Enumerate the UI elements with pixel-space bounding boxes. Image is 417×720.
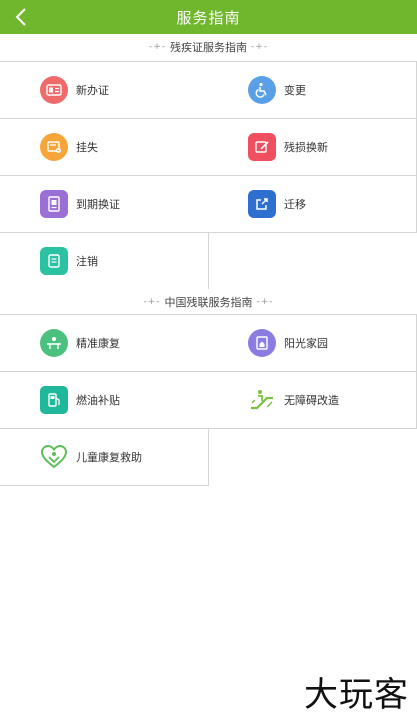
app-header: 服务指南 xyxy=(0,0,417,34)
grid-item-precise-rehab[interactable]: 精准康复 xyxy=(0,315,209,372)
watermark: 大玩客 xyxy=(304,675,409,715)
grid-item-new-card[interactable]: 新办证 xyxy=(0,62,209,119)
grid-item-fuel-subsidy[interactable]: 燃油补贴 xyxy=(0,372,209,429)
disability-card-grid: 新办证 变更 挂失 残损换新 到期换证 迁移 注销 xyxy=(0,61,417,290)
card-lost-icon xyxy=(40,133,68,161)
document-icon xyxy=(40,190,68,218)
grid-item-report-loss[interactable]: 挂失 xyxy=(0,119,209,176)
grid-item-label: 精准康复 xyxy=(76,337,120,350)
grid-item-sunshine-home[interactable]: 阳光家园 xyxy=(208,315,417,372)
grid-item-label: 无障碍改造 xyxy=(284,394,339,407)
grid-item-label: 燃油补贴 xyxy=(76,394,120,407)
home-icon xyxy=(248,329,276,357)
section-title-text: 残疾证服务指南 xyxy=(170,41,247,54)
export-icon xyxy=(248,190,276,218)
grid-item-label: 新办证 xyxy=(76,84,109,97)
grid-item-change[interactable]: 变更 xyxy=(208,62,417,119)
grid-item-child-rehab-aid[interactable]: 儿童康复救助 xyxy=(0,429,209,486)
fuel-icon xyxy=(40,386,68,414)
back-button[interactable] xyxy=(8,4,34,30)
id-card-icon xyxy=(40,76,68,104)
section-decoration-left: -+- xyxy=(143,297,161,307)
grid-item-transfer[interactable]: 迁移 xyxy=(208,176,417,233)
grid-item-label: 残损换新 xyxy=(284,141,328,154)
grid-item-expiry-renew[interactable]: 到期换证 xyxy=(0,176,209,233)
section-decoration-right: -+- xyxy=(251,42,269,52)
grid-item-label: 迁移 xyxy=(284,198,306,211)
page-title: 服务指南 xyxy=(176,8,241,27)
section-decoration-left: -+- xyxy=(148,42,166,52)
section-title-text: 中国残联服务指南 xyxy=(164,296,253,309)
grid-item-barrier-free[interactable]: 无障碍改造 xyxy=(208,372,417,429)
cdpf-grid: 精准康复 阳光家园 燃油补贴 无障碍改造 儿童康复救助 xyxy=(0,314,417,486)
wheelchair-icon xyxy=(248,76,276,104)
grid-item-label: 到期换证 xyxy=(76,198,120,211)
child-heart-icon xyxy=(40,443,68,471)
grid-item-damaged-renew[interactable]: 残损换新 xyxy=(208,119,417,176)
edit-card-icon xyxy=(248,133,276,161)
cancel-card-icon xyxy=(40,247,68,275)
rehab-icon xyxy=(40,329,68,357)
grid-item-label: 阳光家园 xyxy=(284,337,328,350)
section-title-disability-card: -+- 残疾证服务指南 -+- xyxy=(0,34,417,60)
section-title-cdpf: -+- 中国残联服务指南 -+- xyxy=(0,289,417,315)
grid-item-label: 变更 xyxy=(284,84,306,97)
grid-item-label: 儿童康复救助 xyxy=(76,451,142,464)
back-arrow-icon xyxy=(15,8,26,26)
grid-item-label: 注销 xyxy=(76,255,98,268)
section-decoration-right: -+- xyxy=(256,297,274,307)
grid-item-cancel[interactable]: 注销 xyxy=(0,233,209,290)
grid-item-label: 挂失 xyxy=(76,141,98,154)
escalator-icon xyxy=(248,386,276,414)
